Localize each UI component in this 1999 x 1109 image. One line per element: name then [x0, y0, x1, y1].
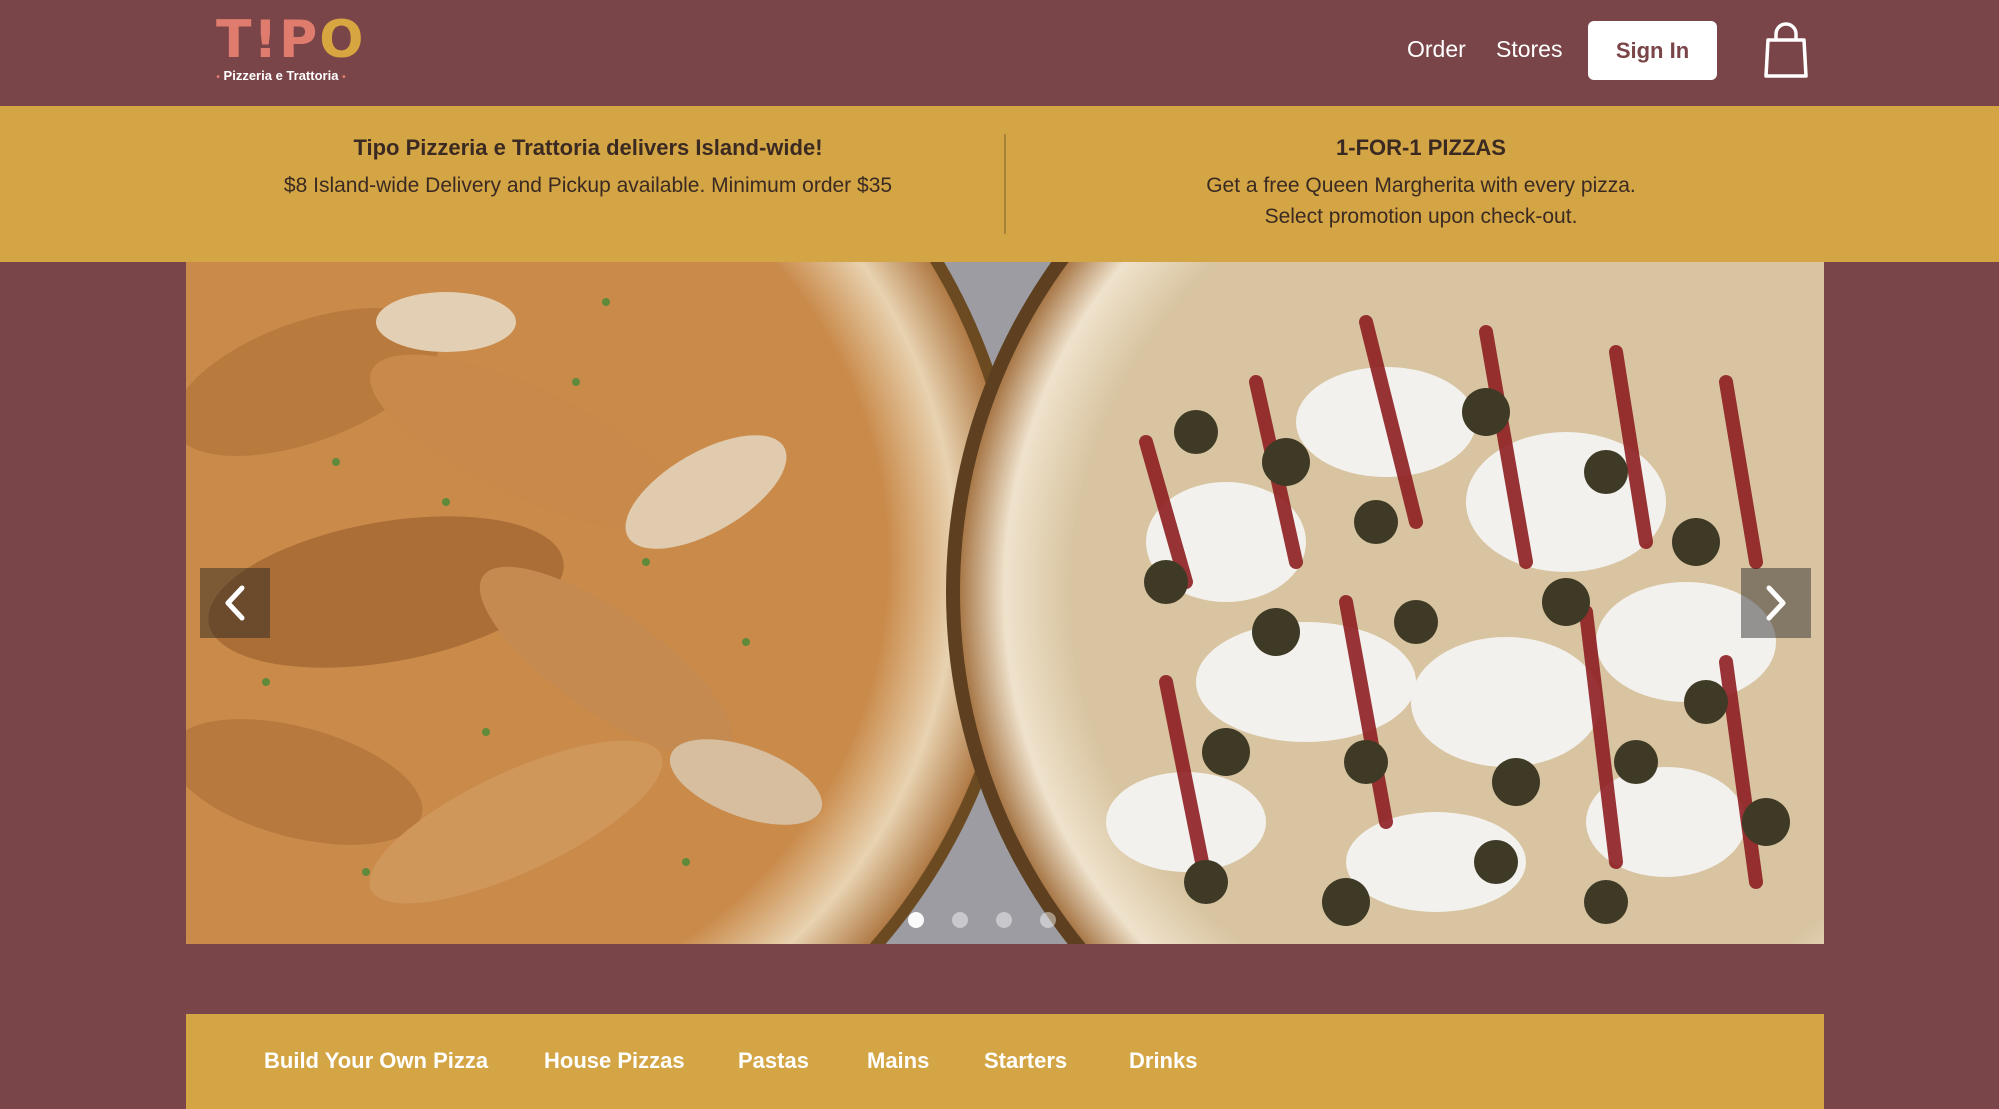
shopping-bag-icon: [1764, 22, 1808, 78]
pizza-promo: 1-FOR-1 PIZZAS Get a free Queen Margheri…: [1021, 134, 1821, 232]
menu-category-bar: Build Your Own Pizza House Pizzas Pastas…: [186, 1014, 1824, 1109]
delivery-promo-title: Tipo Pizzeria e Trattoria delivers Islan…: [353, 135, 823, 160]
pizza-hero-image: [186, 262, 1824, 944]
carousel-dot-2[interactable]: [952, 912, 968, 928]
pizza-promo-text-1: Get a free Queen Margherita with every p…: [1206, 174, 1636, 197]
category-house-pizzas[interactable]: House Pizzas: [544, 1048, 685, 1074]
category-mains[interactable]: Mains: [867, 1048, 929, 1074]
category-starters[interactable]: Starters: [984, 1048, 1067, 1074]
chevron-left-icon: [225, 585, 245, 621]
carousel-dot-3[interactable]: [996, 912, 1012, 928]
promo-banner: Tipo Pizzeria e Trattoria delivers Islan…: [0, 106, 1999, 262]
sign-in-button[interactable]: Sign In: [1588, 21, 1717, 80]
hero-carousel[interactable]: [186, 262, 1824, 944]
tipo-logo[interactable]: T!PO • Pizzeria e Trattoria •: [206, 12, 364, 86]
nav-stores-link[interactable]: Stores: [1496, 36, 1562, 63]
chevron-right-icon: [1766, 585, 1786, 621]
carousel-next-button[interactable]: [1741, 568, 1811, 638]
delivery-promo-text: $8 Island-wide Delivery and Pickup avail…: [283, 174, 893, 197]
category-pastas[interactable]: Pastas: [738, 1048, 809, 1074]
category-drinks[interactable]: Drinks: [1129, 1048, 1197, 1074]
nav-order-link[interactable]: Order: [1407, 36, 1466, 63]
carousel-prev-button[interactable]: [200, 568, 270, 638]
delivery-promo: Tipo Pizzeria e Trattoria delivers Islan…: [196, 134, 980, 201]
carousel-dot-4[interactable]: [1040, 912, 1056, 928]
logo-tagline: • Pizzeria e Trattoria •: [216, 68, 346, 83]
carousel-indicators: [908, 912, 1108, 932]
category-build-your-own-pizza[interactable]: Build Your Own Pizza: [264, 1048, 488, 1074]
site-header: T!PO • Pizzeria e Trattoria • Order Stor…: [0, 0, 1999, 106]
promo-divider: [1004, 134, 1006, 234]
cart-button[interactable]: [1762, 22, 1810, 80]
carousel-dot-1[interactable]: [908, 912, 924, 928]
logo-wordmark: T!PO: [216, 10, 366, 70]
pizza-promo-text-2: Select promotion upon check-out.: [1264, 205, 1578, 228]
pizza-promo-title: 1-FOR-1 PIZZAS: [1336, 135, 1506, 160]
